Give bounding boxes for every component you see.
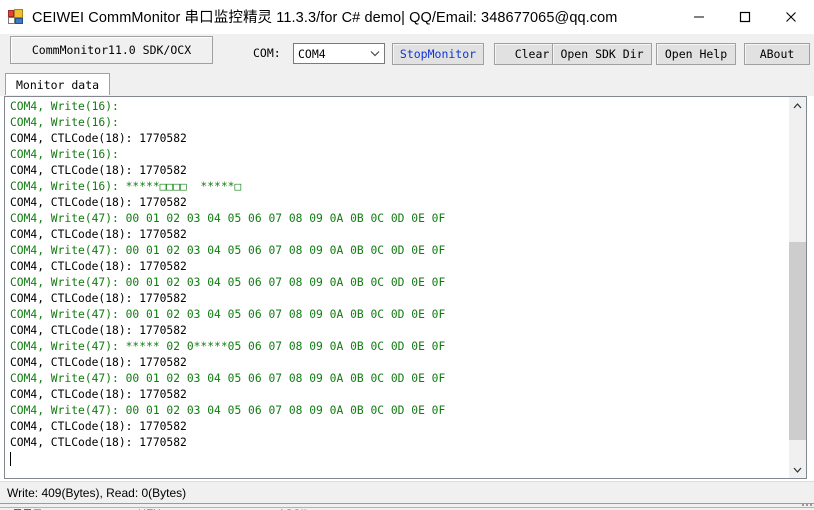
sdk-ocx-button[interactable]: CommMonitor11.0 SDK/OCX (10, 36, 213, 64)
stop-monitor-button[interactable]: StopMonitor (392, 43, 484, 65)
tab-monitor-data[interactable]: Monitor data (5, 73, 111, 96)
window-controls (676, 0, 814, 33)
log-line: COM4, Write(47): 00 01 02 03 04 05 06 07… (10, 308, 446, 321)
log-line: COM4, Write(47): ***** 02 0*****05 06 07… (10, 340, 446, 353)
com-port-select[interactable]: COM4 (293, 43, 385, 64)
tab-strip: Monitor data (0, 71, 814, 96)
log-line: COM4, Write(47): 00 01 02 03 04 05 06 07… (10, 276, 446, 289)
log-line: COM4, CTLCode(18): 1770582 (10, 260, 187, 273)
log-line: COM4, CTLCode(18): 1770582 (10, 228, 187, 241)
chevron-down-icon (793, 467, 802, 473)
text-caret (10, 452, 11, 466)
log-line: COM4, CTLCode(18): 1770582 (10, 356, 187, 369)
log-line: COM4, Write(47): 00 01 02 03 04 05 06 07… (10, 244, 446, 257)
scroll-track[interactable] (789, 114, 806, 461)
title-bar: CEIWEI CommMonitor 串口监控精灵 11.3.3/for C# … (0, 0, 814, 34)
close-button[interactable] (768, 0, 814, 33)
chevron-down-icon (366, 50, 384, 57)
monitor-log-text: COM4, Write(16): COM4, Write(16): COM4, … (5, 99, 775, 451)
log-line: COM4, CTLCode(18): 1770582 (10, 196, 187, 209)
log-line: COM4, Write(16): *****□□□□ *****□ (10, 180, 242, 193)
log-line: COM4, Write(16): (10, 148, 126, 161)
scroll-up-button[interactable] (789, 97, 806, 114)
maximize-icon (739, 11, 751, 22)
log-line: COM4, Write(47): 00 01 02 03 04 05 06 07… (10, 212, 446, 225)
window-title: CEIWEI CommMonitor 串口监控精灵 11.3.3/for C# … (32, 10, 618, 26)
log-line: COM4, CTLCode(18): 1770582 (10, 436, 187, 449)
com-label: COM: (253, 46, 281, 60)
log-line: COM4, Write(16): (10, 100, 126, 113)
monitor-log-panel[interactable]: COM4, Write(16): COM4, Write(16): COM4, … (4, 96, 807, 479)
log-line: COM4, Write(16): (10, 116, 126, 129)
log-line: COM4, CTLCode(18): 1770582 (10, 420, 187, 433)
open-help-button[interactable]: Open Help (656, 43, 736, 65)
log-vertical-scrollbar[interactable] (788, 97, 806, 478)
chevron-up-icon (793, 102, 802, 108)
minimize-icon (694, 16, 704, 17)
scroll-down-button[interactable] (789, 461, 806, 478)
log-line: COM4, CTLCode(18): 1770582 (10, 132, 187, 145)
status-bar: Write: 409(Bytes), Read: 0(Bytes) (0, 481, 814, 504)
log-line: COM4, CTLCode(18): 1770582 (10, 388, 187, 401)
minimize-button[interactable] (676, 0, 722, 33)
log-line: COM4, CTLCode(18): 1770582 (10, 164, 187, 177)
background-window-sliver[interactable]: HEX ASCII 00 01 02 03 04 (0, 503, 814, 510)
log-line: COM4, CTLCode(18): 1770582 (10, 324, 187, 337)
close-icon (786, 11, 796, 22)
scroll-thumb[interactable] (789, 242, 806, 440)
app-tiles-icon (8, 8, 24, 25)
com-port-value: COM4 (298, 46, 326, 61)
log-line: COM4, Write(47): 00 01 02 03 04 05 06 07… (10, 404, 446, 417)
maximize-button[interactable] (722, 0, 768, 33)
log-line: COM4, CTLCode(18): 1770582 (10, 292, 187, 305)
about-button[interactable]: ABout (744, 43, 810, 65)
open-sdk-dir-button[interactable]: Open SDK Dir (552, 43, 652, 65)
status-bytes-text: Write: 409(Bytes), Read: 0(Bytes) (7, 486, 187, 500)
log-line: COM4, Write(47): 00 01 02 03 04 05 06 07… (10, 372, 446, 385)
